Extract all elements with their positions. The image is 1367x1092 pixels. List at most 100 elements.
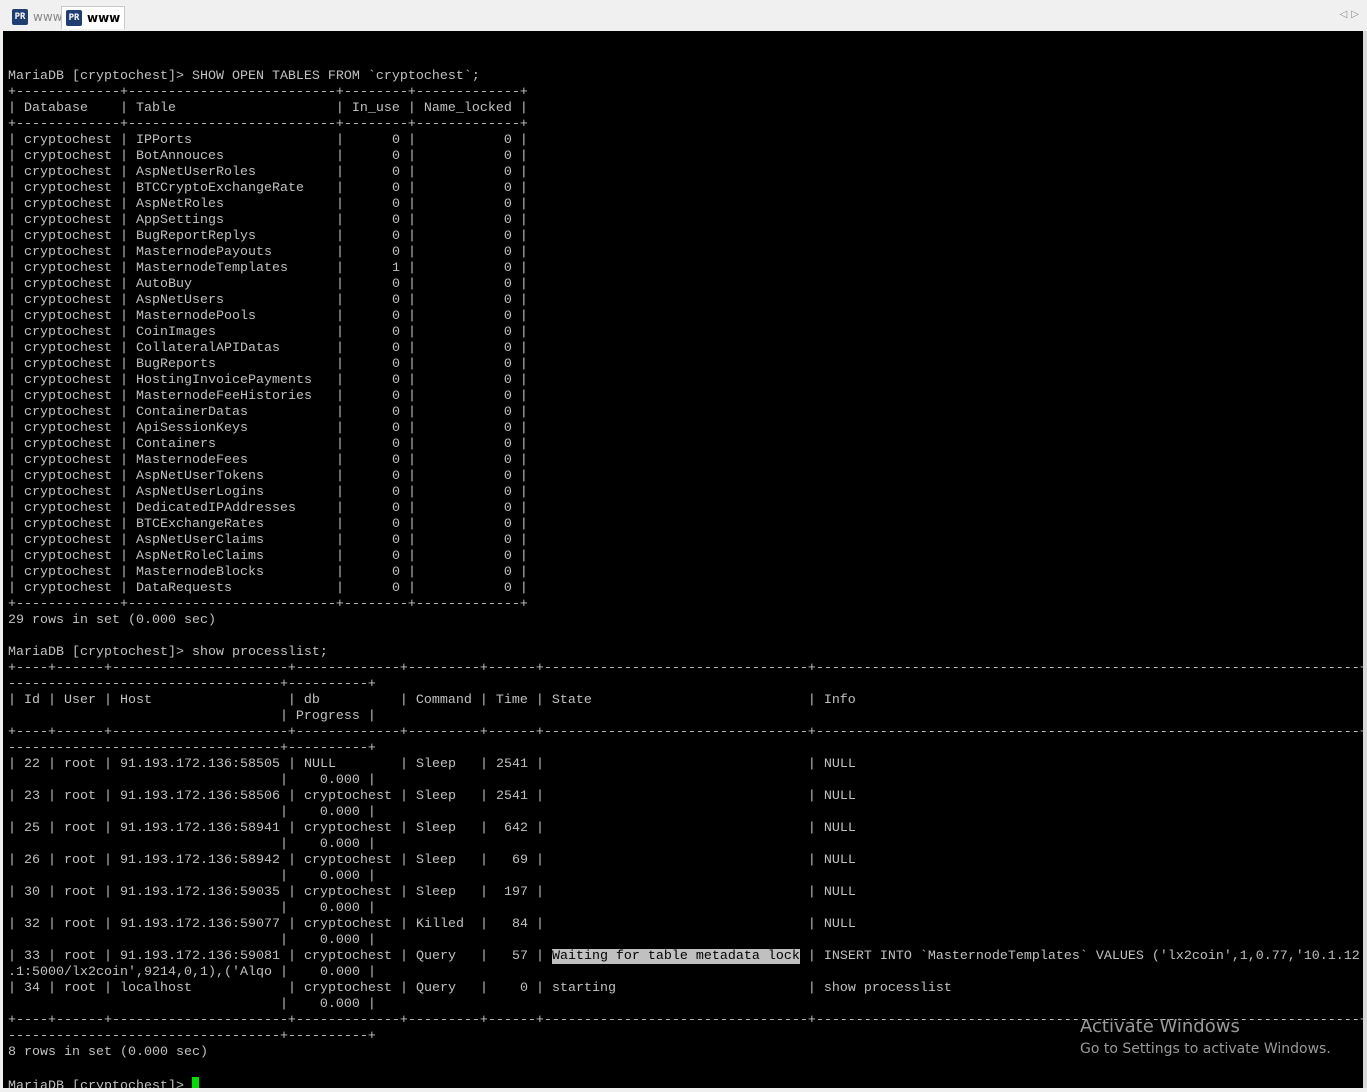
cell-name-locked: 0 bbox=[423, 549, 512, 564]
cell-progress: 0.000 bbox=[295, 773, 360, 788]
result-summary: 29 rows in set (0.000 sec) bbox=[8, 613, 216, 628]
cell-name-locked: 0 bbox=[423, 309, 512, 324]
table-row: | cryptochest | BotAnnouces | 0 | 0 | bbox=[8, 149, 528, 164]
tab-www-1[interactable]: PR www bbox=[8, 6, 66, 28]
table-row: | cryptochest | AppSettings | 0 | 0 | bbox=[8, 213, 528, 228]
terminal-window[interactable]: MariaDB [cryptochest]> SHOW OPEN TABLES … bbox=[3, 31, 1365, 1088]
cell-db: cryptochest bbox=[303, 821, 392, 836]
cell-db: cryptochest bbox=[303, 949, 392, 964]
tab-label: www bbox=[87, 11, 121, 25]
cell-database: cryptochest bbox=[24, 261, 112, 276]
cell-name-locked: 0 bbox=[423, 389, 512, 404]
tab-scroll-arrows[interactable]: ◁▷ bbox=[1340, 9, 1363, 20]
cell-database: cryptochest bbox=[24, 501, 112, 516]
table-row: | cryptochest | BugReportReplys | 0 | 0 … bbox=[8, 229, 528, 244]
cell-command: Sleep bbox=[415, 789, 472, 804]
cell-state bbox=[552, 757, 800, 772]
cell-table: Containers bbox=[135, 437, 328, 452]
cell-in-use: 0 bbox=[351, 133, 400, 148]
table-row: | cryptochest | HostingInvoicePayments |… bbox=[8, 373, 528, 388]
cell-table: ApiSessionKeys bbox=[135, 421, 328, 436]
table-row: | cryptochest | DedicatedIPAddresses | 0… bbox=[8, 501, 528, 516]
cell-database: cryptochest bbox=[24, 149, 112, 164]
cell-database: cryptochest bbox=[24, 533, 112, 548]
cell-time: 84 bbox=[495, 917, 528, 932]
cell-table: DedicatedIPAddresses bbox=[135, 501, 328, 516]
cell-database: cryptochest bbox=[24, 229, 112, 244]
scrollbar[interactable] bbox=[1363, 31, 1367, 1088]
cell-db: cryptochest bbox=[303, 981, 392, 996]
cell-table: AspNetRoleClaims bbox=[135, 549, 328, 564]
cell-name-locked: 0 bbox=[423, 277, 512, 292]
cell-database: cryptochest bbox=[24, 325, 112, 340]
cell-database: cryptochest bbox=[24, 485, 112, 500]
terminal-line: 29 rows in set (0.000 sec) bbox=[8, 613, 1365, 629]
cell-host: 91.193.172.136:59035 bbox=[120, 885, 280, 900]
table-header: | Id | User | Host | db | Command | Time… bbox=[8, 693, 856, 708]
cell-database: cryptochest bbox=[24, 517, 112, 532]
table-border: +----+------+----------------------+----… bbox=[8, 725, 1365, 740]
cell-name-locked: 0 bbox=[423, 565, 512, 580]
cell-table: MasternodeTemplates bbox=[135, 261, 328, 276]
cell-database: cryptochest bbox=[24, 165, 112, 180]
cell-name-locked: 0 bbox=[423, 149, 512, 164]
chevron-left-icon[interactable]: ◁ bbox=[1340, 9, 1352, 20]
cell-database: cryptochest bbox=[24, 549, 112, 564]
putty-icon: PR bbox=[12, 9, 28, 25]
cell-host: 91.193.172.136:58941 bbox=[120, 821, 280, 836]
cell-database: cryptochest bbox=[24, 453, 112, 468]
table-row-progress: | 0.000 | bbox=[8, 837, 376, 852]
table-row: | cryptochest | CollateralAPIDatas | 0 |… bbox=[8, 341, 528, 356]
cell-state: starting bbox=[551, 981, 800, 996]
cell-db: NULL bbox=[303, 757, 392, 772]
cell-name-locked: 0 bbox=[423, 341, 512, 356]
table-row: | cryptochest | CoinImages | 0 | 0 | bbox=[8, 325, 528, 340]
table-row: | cryptochest | MasternodeFeeHistories |… bbox=[8, 389, 528, 404]
cell-table: AutoBuy bbox=[135, 277, 328, 292]
cell-database: cryptochest bbox=[24, 469, 112, 484]
cell-name-locked: 0 bbox=[423, 293, 512, 308]
cell-info: INSERT INTO `MasternodeTemplates` VALUES… bbox=[823, 949, 1360, 964]
cell-name-locked: 0 bbox=[423, 453, 512, 468]
cell-name-locked: 0 bbox=[423, 501, 512, 516]
cell-state bbox=[552, 885, 800, 900]
table-row: | cryptochest | BTCExchangeRates | 0 | 0… bbox=[8, 517, 528, 532]
table-row: | 33 | root | 91.193.172.136:59081 | cry… bbox=[8, 949, 1360, 964]
cell-time: 0 bbox=[495, 981, 528, 996]
cell-in-use: 0 bbox=[351, 245, 400, 260]
table-row: | cryptochest | BugReports | 0 | 0 | bbox=[8, 357, 528, 372]
cell-database: cryptochest bbox=[24, 181, 112, 196]
cell-in-use: 0 bbox=[351, 373, 400, 388]
table-row: | cryptochest | Containers | 0 | 0 | bbox=[8, 437, 528, 452]
cell-host: localhost bbox=[120, 981, 280, 996]
result-summary: 8 rows in set (0.000 sec) bbox=[8, 1045, 208, 1060]
cell-progress: 0.000 bbox=[295, 805, 360, 820]
cell-name-locked: 0 bbox=[423, 197, 512, 212]
table-row: | cryptochest | AspNetUserClaims | 0 | 0… bbox=[8, 533, 528, 548]
chevron-right-icon[interactable]: ▷ bbox=[1351, 9, 1363, 20]
cell-name-locked: 0 bbox=[423, 229, 512, 244]
cell-in-use: 0 bbox=[351, 293, 400, 308]
table-row-progress: | 0.000 | bbox=[8, 805, 376, 820]
tab-www-2[interactable]: PR www bbox=[61, 6, 126, 29]
cell-db: cryptochest bbox=[303, 789, 392, 804]
table-row: | cryptochest | MasternodePools | 0 | 0 … bbox=[8, 309, 528, 324]
cell-in-use: 0 bbox=[351, 581, 400, 596]
cell-user: root bbox=[64, 789, 96, 804]
cell-in-use: 1 bbox=[351, 261, 400, 276]
table-border: ----------------------------------+-----… bbox=[8, 741, 376, 756]
cell-table: BugReportReplys bbox=[135, 229, 328, 244]
cell-user: root bbox=[64, 885, 96, 900]
cell-table: BotAnnouces bbox=[135, 149, 328, 164]
cell-id: 26 bbox=[24, 853, 40, 868]
cell-name-locked: 0 bbox=[423, 133, 512, 148]
cell-table: BTCExchangeRates bbox=[135, 517, 328, 532]
command-line: MariaDB [cryptochest]> SHOW OPEN TABLES … bbox=[8, 69, 480, 84]
cell-db: cryptochest bbox=[303, 917, 392, 932]
cell-id: 32 bbox=[24, 917, 40, 932]
cell-state: Waiting for table metadata lock bbox=[551, 949, 800, 964]
cell-command: Sleep bbox=[415, 757, 472, 772]
cell-host: 91.193.172.136:58942 bbox=[120, 853, 280, 868]
cell-name-locked: 0 bbox=[423, 581, 512, 596]
